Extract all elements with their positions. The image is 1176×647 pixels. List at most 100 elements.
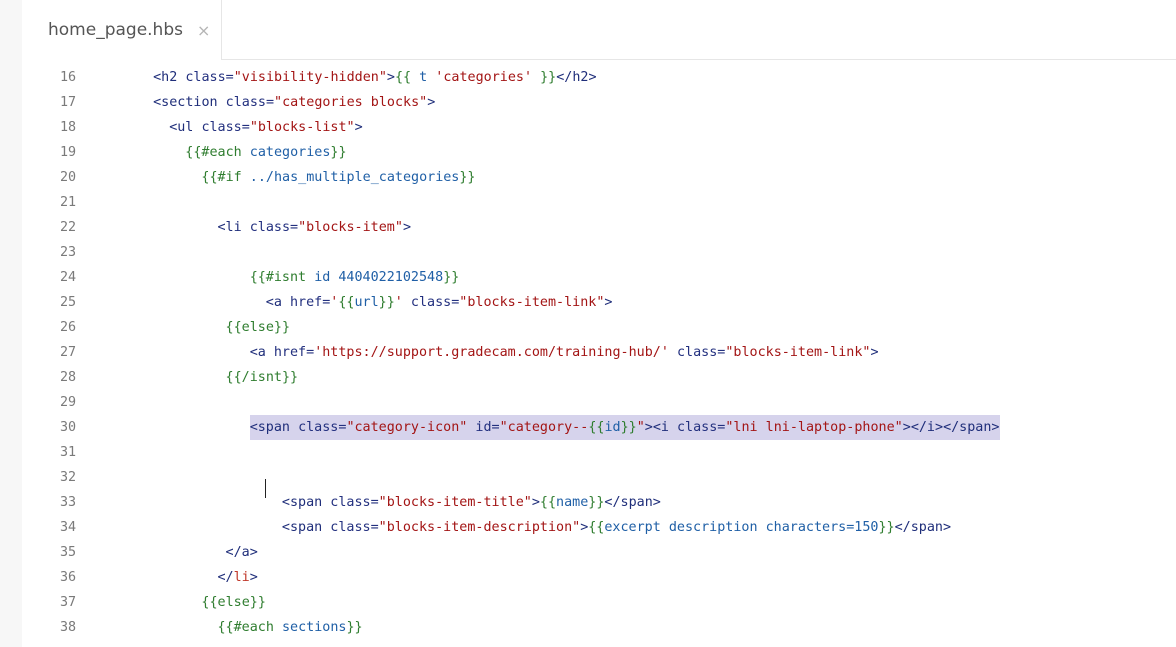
code-line: 35 </a> xyxy=(22,540,1176,565)
token: <span xyxy=(281,495,331,510)
token: </i> xyxy=(910,420,944,435)
token: class= xyxy=(330,495,379,510)
line-number: 26 xyxy=(60,320,77,335)
token: }} xyxy=(378,295,395,310)
token: > xyxy=(902,420,911,435)
token: </a> xyxy=(225,545,258,560)
code-line: 18 <ul class="blocks-list"> xyxy=(22,115,1176,140)
tab-bar: home_page.hbs × xyxy=(22,0,1176,60)
token: "blocks-item-title" xyxy=(378,495,532,510)
line-number: 25 xyxy=(60,295,77,310)
token: <ul xyxy=(169,120,202,135)
line-number: 38 xyxy=(60,620,77,635)
line-number: 28 xyxy=(60,370,77,385)
token: <span xyxy=(249,420,299,435)
token: }} xyxy=(330,145,347,160)
code-line: 20 {{#if ../has_multiple_categories}} xyxy=(22,165,1176,190)
code-line: 25 <a href='{{url}}' class="blocks-item-l… xyxy=(22,290,1176,315)
token: <span xyxy=(281,520,331,535)
line-content: <a href='{{url}}' class="blocks-item-lin… xyxy=(266,290,613,315)
token: name xyxy=(556,495,589,510)
token: "category-icon" xyxy=(346,420,468,435)
code-editor[interactable]: 16 <h2 class="visibility-hidden">{{ t 'ca… xyxy=(22,60,1176,647)
code-line: 19 {{#each categories}} xyxy=(22,140,1176,165)
token: }} xyxy=(588,495,605,510)
token: class= xyxy=(185,70,234,85)
token: > xyxy=(354,120,363,135)
token: {{else}} xyxy=(225,320,291,335)
line-content: <span class="category-icon" id="category… xyxy=(249,415,1000,440)
token: {{/isnt}} xyxy=(225,370,299,385)
token: {{ xyxy=(588,520,605,535)
tab-home-page-hbs[interactable]: home_page.hbs × xyxy=(22,0,222,60)
token: href= xyxy=(273,345,315,360)
token: {{#isnt xyxy=(249,270,315,285)
line-content: {{#each categories}} xyxy=(185,140,346,165)
code-editor-window: home_page.hbs × 16 <h2 class="visibility-… xyxy=(0,0,1176,647)
token: "blocks-list" xyxy=(249,120,355,135)
code-line: 21 xyxy=(22,190,1176,215)
token: > xyxy=(249,570,258,585)
token: id 4404022102548 xyxy=(314,270,444,285)
token: <a xyxy=(249,345,274,360)
token: "blocks-item-link" xyxy=(725,345,871,360)
token: > xyxy=(531,495,540,510)
line-content: <section class="categories blocks"> xyxy=(153,90,435,115)
token: }} xyxy=(346,620,363,635)
token: {{else}} xyxy=(201,595,266,610)
line-content: <a href='https://support.gradecam.com/tr… xyxy=(250,340,879,365)
line-content: {{#if ../has_multiple_categories}} xyxy=(201,165,475,190)
line-number: 36 xyxy=(60,570,77,585)
token: <i xyxy=(652,420,677,435)
code-line: 32 xyxy=(22,465,1176,490)
token: {{ xyxy=(588,420,605,435)
line-number: 29 xyxy=(60,395,77,410)
token: categories xyxy=(249,145,331,160)
token: <a xyxy=(265,295,290,310)
token: "blocks-item-description" xyxy=(378,520,581,535)
token: <li xyxy=(217,220,250,235)
code-line: 30 <span class="category-icon" id="catego… xyxy=(22,415,1176,440)
token: " xyxy=(636,420,645,435)
line-content: {{#each sections}} xyxy=(218,615,363,640)
token: <h2 xyxy=(153,70,186,85)
tab-label: home_page.hbs xyxy=(48,20,183,40)
token: > xyxy=(402,220,411,235)
line-number: 37 xyxy=(60,595,77,610)
line-number: 31 xyxy=(60,445,77,460)
line-number: 21 xyxy=(60,195,77,210)
line-content: {{#isnt id 4404022102548}} xyxy=(250,265,460,290)
token: "lni lni-laptop-phone" xyxy=(725,420,903,435)
token: ../has_multiple_categories xyxy=(249,170,460,185)
token: }} xyxy=(620,420,637,435)
line-content: <span class="blocks-item-description">{{… xyxy=(282,515,951,540)
code-line: 31 xyxy=(22,440,1176,465)
line-number: 33 xyxy=(60,495,77,510)
token: class= xyxy=(201,120,250,135)
line-content: {{else}} xyxy=(201,590,266,615)
token: }} xyxy=(532,70,557,85)
code-line: 26 {{else}} xyxy=(22,315,1176,340)
token: }} xyxy=(443,270,460,285)
line-number: 32 xyxy=(60,470,77,485)
token: </span> xyxy=(894,520,952,535)
code-line: 34 <span class="blocks-item-description">… xyxy=(22,515,1176,540)
token: class= xyxy=(225,95,275,110)
line-content: <h2 class="visibility-hidden">{{ t 'cate… xyxy=(153,65,596,90)
close-icon[interactable]: × xyxy=(197,21,210,40)
token: t xyxy=(419,70,436,85)
token: "blocks-item-link" xyxy=(459,295,605,310)
activity-strip xyxy=(0,0,22,647)
token: }} xyxy=(459,170,476,185)
token: }} xyxy=(878,520,895,535)
token: li xyxy=(233,570,250,585)
line-content: {{else}} xyxy=(226,315,291,340)
token: ' xyxy=(394,295,403,310)
code-line: 28 {{/isnt}} xyxy=(22,365,1176,390)
token: > xyxy=(870,345,879,360)
token: id= xyxy=(467,420,500,435)
code-line: 29 xyxy=(22,390,1176,415)
token: "category-- xyxy=(499,420,589,435)
token: > xyxy=(386,70,395,85)
line-number: 34 xyxy=(60,520,77,535)
